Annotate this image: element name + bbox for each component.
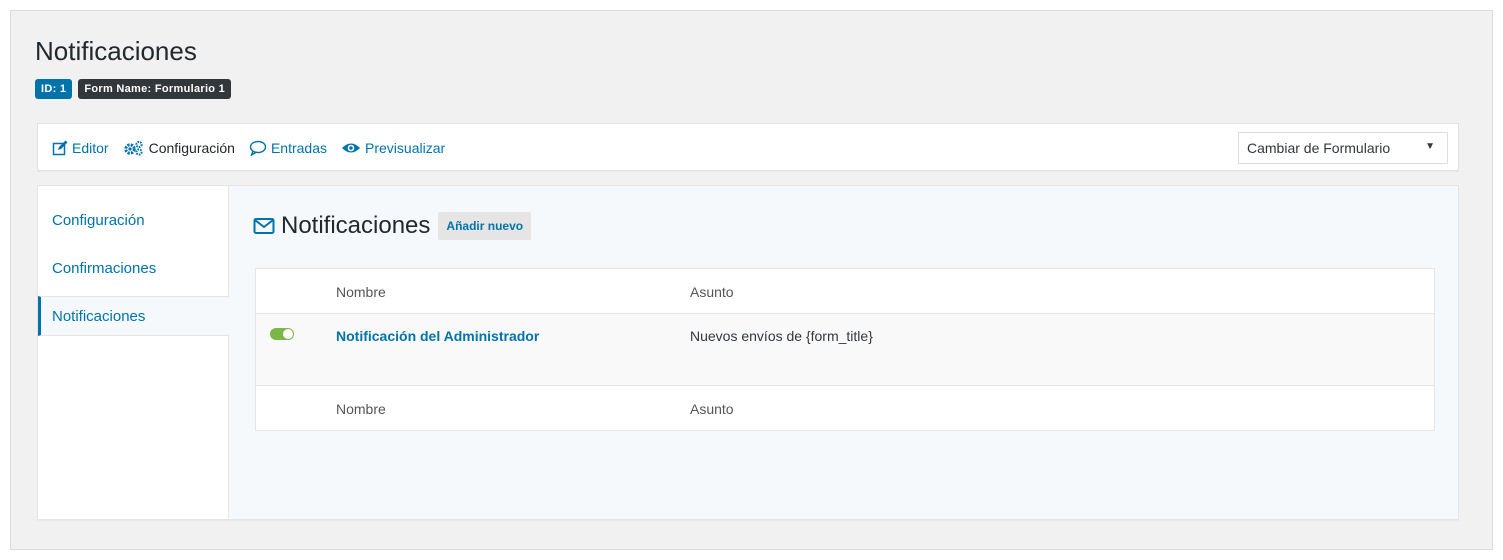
toolbar-link-editor[interactable]: Editor <box>52 140 109 156</box>
column-footer-nombre: Nombre <box>336 401 386 417</box>
cogs-icon <box>123 140 143 156</box>
notification-active-toggle[interactable] <box>270 328 294 340</box>
toolbar-links: Editor Configuración Entradas Previsuali… <box>52 124 459 172</box>
column-header-asunto: Asunto <box>690 284 734 300</box>
envelope-icon <box>253 218 275 234</box>
notifications-table: Nombre Asunto Notificación del Administr… <box>255 268 1435 431</box>
notification-name-link[interactable]: Notificación del Administrador <box>336 328 539 344</box>
toolbar-link-previsualizar[interactable]: Previsualizar <box>341 140 445 156</box>
section-title: Notificaciones <box>281 212 431 239</box>
admin-page: Notificaciones ID: 1 Form Name: Formular… <box>10 10 1493 550</box>
sidebar-item-confirmaciones[interactable]: Confirmaciones <box>38 248 228 288</box>
page-title: Notificaciones <box>35 36 197 66</box>
dropdown-arrow-icon: ▼ <box>1425 141 1435 152</box>
form-toolbar: Editor Configuración Entradas Previsuali… <box>37 123 1459 171</box>
switch-form-selected: Cambiar de Formulario <box>1247 140 1391 156</box>
form-name-badge: Form Name: Formulario 1 <box>78 79 232 99</box>
notification-subject: Nuevos envíos de {form_title} <box>690 328 873 344</box>
sidebar-item-notificaciones[interactable]: Notificaciones <box>38 296 229 336</box>
form-id-badge: ID: 1 <box>35 79 73 99</box>
toolbar-link-label: Previsualizar <box>365 140 446 156</box>
table-header-row: Nombre Asunto <box>256 269 1434 314</box>
toolbar-link-label: Configuración <box>148 140 235 156</box>
column-footer-asunto: Asunto <box>690 401 734 417</box>
switch-form-select[interactable]: Cambiar de Formulario ▼ <box>1238 132 1448 164</box>
sidebar-item-configuracion[interactable]: Configuración <box>38 200 228 240</box>
comment-icon <box>249 140 267 156</box>
notifications-content: Notificaciones Añadir nuevo Nombre Asunt… <box>228 186 1458 519</box>
toolbar-link-label: Editor <box>72 140 109 156</box>
settings-sidebar: Configuración Confirmaciones Notificacio… <box>38 186 229 519</box>
table-footer-row: Nombre Asunto <box>256 386 1434 430</box>
badges: ID: 1 Form Name: Formulario 1 <box>35 79 232 99</box>
toolbar-link-configuracion[interactable]: Configuración <box>123 140 235 156</box>
table-row: Notificación del Administrador Nuevos en… <box>256 314 1434 386</box>
column-header-nombre: Nombre <box>336 284 386 300</box>
edit-icon <box>52 140 68 156</box>
settings-panel: Configuración Confirmaciones Notificacio… <box>37 185 1459 520</box>
toolbar-link-entradas[interactable]: Entradas <box>249 140 327 156</box>
eye-icon <box>342 143 361 153</box>
toolbar-link-label: Entradas <box>270 140 328 156</box>
section-header: Notificaciones Añadir nuevo <box>253 212 532 240</box>
add-new-button[interactable]: Añadir nuevo <box>438 212 532 240</box>
